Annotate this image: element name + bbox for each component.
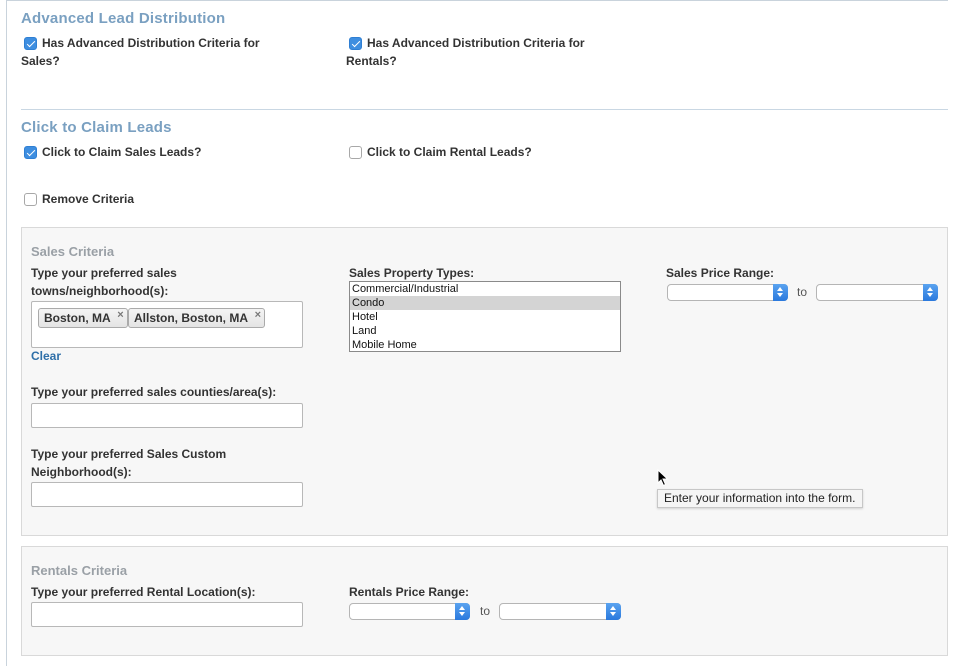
select-arrows-icon — [606, 603, 621, 620]
remove-tag-icon[interactable]: × — [117, 306, 123, 324]
rentals-price-to-label: to — [480, 604, 491, 618]
claim-sales-checkbox[interactable] — [24, 146, 37, 159]
claim-sales-label: Click to Claim Sales Leads? — [42, 145, 202, 159]
sales-price-label: Sales Price Range: — [666, 266, 775, 280]
town-tag-allston: Allston, Boston, MA × — [128, 308, 265, 328]
sales-price-max-select[interactable] — [816, 284, 938, 301]
select-arrows-icon — [455, 603, 470, 620]
property-type-option[interactable]: Land — [350, 324, 620, 338]
select-arrows-icon — [773, 284, 788, 301]
sales-criteria-title: Sales Criteria — [31, 244, 115, 259]
property-type-option-selected[interactable]: Condo — [350, 296, 620, 310]
sales-advanced-label-line2: Sales? — [21, 54, 60, 68]
sales-price-min-select[interactable] — [667, 284, 788, 301]
sales-custom-input[interactable] — [31, 482, 303, 507]
clear-towns-link[interactable]: Clear — [31, 349, 61, 363]
property-type-option[interactable]: Commercial/Industrial — [350, 282, 620, 296]
town-tag-text: Boston, MA — [44, 311, 111, 325]
rental-location-label: Type your preferred Rental Location(s): — [31, 585, 256, 599]
claim-leads-title: Click to Claim Leads — [21, 119, 172, 136]
rentals-price-label: Rentals Price Range: — [349, 585, 470, 599]
remove-criteria-checkbox[interactable] — [24, 193, 37, 206]
remove-criteria-label: Remove Criteria — [42, 192, 135, 206]
mouse-cursor-icon — [657, 469, 669, 487]
sales-price-to-label: to — [797, 285, 808, 299]
sales-towns-label-line2: towns/neighborhood(s): — [31, 284, 169, 298]
rentals-advanced-label-line2: Rentals? — [346, 54, 397, 68]
property-types-label: Sales Property Types: — [349, 266, 475, 280]
top-divider — [6, 0, 948, 1]
claim-rental-checkbox[interactable] — [349, 146, 362, 159]
property-type-option[interactable]: Hotel — [350, 310, 620, 324]
remove-tag-icon[interactable]: × — [255, 306, 261, 324]
sales-advanced-checkbox[interactable] — [24, 37, 37, 50]
rentals-criteria-title: Rentals Criteria — [31, 563, 128, 578]
claim-rental-label: Click to Claim Rental Leads? — [367, 145, 532, 159]
tooltip: Enter your information into the form. — [657, 489, 863, 508]
sales-custom-label-line2: Neighborhood(s): — [31, 465, 132, 479]
sales-towns-label-line1: Type your preferred sales — [31, 266, 177, 280]
rental-location-input[interactable] — [31, 602, 303, 627]
section-divider — [21, 109, 948, 110]
town-tag-boston: Boston, MA × — [38, 308, 128, 328]
rentals-criteria-panel — [21, 546, 948, 656]
rentals-advanced-label-line1: Has Advanced Distribution Criteria for — [367, 36, 585, 50]
sales-advanced-label-line1: Has Advanced Distribution Criteria for — [42, 36, 260, 50]
sales-counties-input[interactable] — [31, 403, 303, 428]
sales-towns-input[interactable]: Boston, MA × Allston, Boston, MA × — [31, 301, 303, 348]
rentals-advanced-checkbox[interactable] — [349, 37, 362, 50]
property-types-listbox[interactable]: Commercial/Industrial Condo Hotel Land M… — [349, 281, 621, 352]
town-tag-text: Allston, Boston, MA — [134, 311, 248, 325]
sales-counties-label: Type your preferred sales counties/area(… — [31, 385, 277, 399]
sales-custom-label-line1: Type your preferred Sales Custom — [31, 447, 227, 461]
rentals-price-min-select[interactable] — [349, 603, 470, 620]
rentals-price-max-select[interactable] — [499, 603, 621, 620]
advanced-distribution-title: Advanced Lead Distribution — [21, 10, 226, 27]
select-arrows-icon — [923, 284, 938, 301]
property-type-option[interactable]: Mobile Home — [350, 338, 620, 351]
